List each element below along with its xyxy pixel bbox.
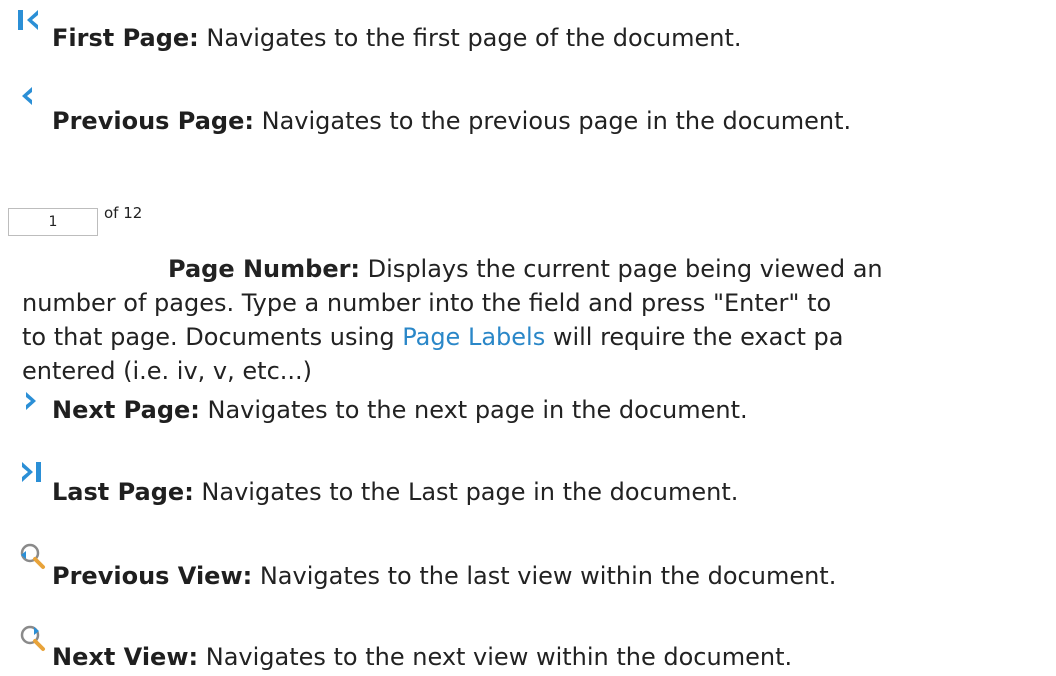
previous-view-entry: Previous View: Navigates to the last vie… <box>52 559 836 593</box>
page-number-line-2: number of pages. Type a number into the … <box>22 289 832 317</box>
first-page-entry: First Page: Navigates to the first page … <box>52 21 742 55</box>
page-total: of 12 <box>104 204 143 222</box>
last-page-entry: Last Page: Navigates to the Last page in… <box>52 475 738 509</box>
page-number-line-4: entered (i.e. iv, v, etc...) <box>22 357 313 385</box>
next-page-entry: Next Page: Navigates to the next page in… <box>52 393 748 427</box>
previous-view-label: Previous View: <box>52 562 253 590</box>
page-number-line-1: Page Number: Displays the current page b… <box>22 252 1056 286</box>
first-page-description: Navigates to the first page of the docum… <box>198 24 742 52</box>
page-number-desc-1: Displays the current page being viewed a… <box>360 255 883 283</box>
page-number-label: Page Number: <box>168 255 361 283</box>
previous-page-icon[interactable] <box>18 84 38 108</box>
next-view-description: Navigates to the next view within the do… <box>198 643 793 671</box>
last-page-label: Last Page: <box>52 478 194 506</box>
previous-page-label: Previous Page: <box>52 107 254 135</box>
page-number-line-3: to that page. Documents using Page Label… <box>22 320 1056 354</box>
page-number-entry: Page Number: Displays the current page b… <box>22 252 1056 388</box>
first-page-label: First Page: <box>52 24 199 52</box>
next-page-icon[interactable] <box>20 389 40 413</box>
page-number-desc-3a: to that page. Documents using <box>22 323 403 351</box>
next-view-entry: Next View: Navigates to the next view wi… <box>52 640 792 674</box>
next-view-icon[interactable] <box>18 624 46 652</box>
previous-view-icon[interactable] <box>18 542 46 570</box>
next-page-label: Next Page: <box>52 396 200 424</box>
last-page-description: Navigates to the Last page in the docume… <box>193 478 739 506</box>
previous-page-entry: Previous Page: Navigates to the previous… <box>52 104 851 138</box>
page-labels-link[interactable]: Page Labels <box>402 323 545 351</box>
next-view-label: Next View: <box>52 643 199 671</box>
last-page-icon[interactable] <box>18 460 44 484</box>
first-page-icon[interactable] <box>16 8 42 32</box>
page-number-desc-3b: will require the exact pa <box>545 323 844 351</box>
next-page-description: Navigates to the next page in the docume… <box>199 396 748 424</box>
previous-page-description: Navigates to the previous page in the do… <box>253 107 852 135</box>
previous-view-description: Navigates to the last view within the do… <box>252 562 837 590</box>
page-number-input[interactable]: 1 <box>8 208 98 236</box>
